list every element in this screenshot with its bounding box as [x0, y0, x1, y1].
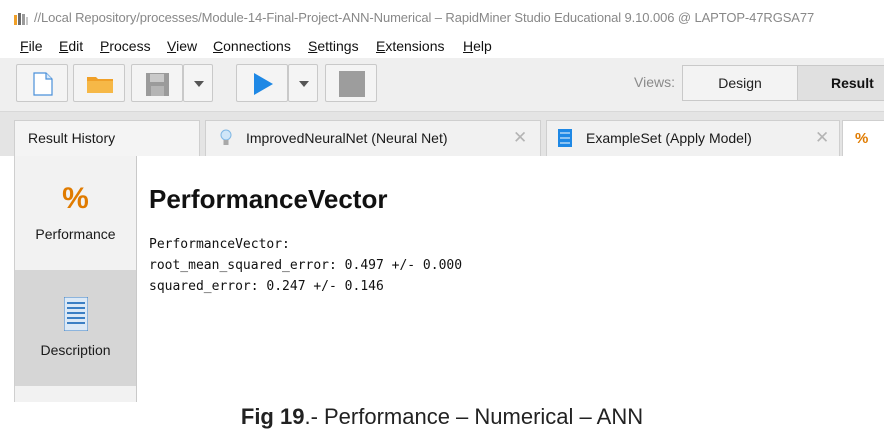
window-title: //Local Repository/processes/Module-14-F…: [34, 10, 815, 25]
menu-help[interactable]: Help: [463, 38, 492, 54]
menu-help-mnemonic: H: [463, 38, 474, 54]
menu-connections-label: onnections: [223, 38, 291, 54]
menu-extensions-mnemonic: E: [376, 38, 386, 54]
tab-neural-net[interactable]: ImprovedNeuralNet (Neural Net) ✕: [205, 120, 541, 156]
tab-result-history-label: Result History: [28, 130, 116, 146]
sidebar-item-description[interactable]: Description: [15, 270, 136, 386]
tab-example-set[interactable]: ExampleSet (Apply Model) ✕: [546, 120, 840, 156]
menu-extensions[interactable]: Extensions: [376, 38, 445, 54]
rapidminer-logo-icon: [14, 13, 28, 25]
percent-icon: %: [855, 130, 869, 147]
menu-file-label: ile: [28, 38, 43, 54]
results-view-button[interactable]: Result: [797, 65, 884, 101]
performance-text-line: root_mean_squared_error: 0.497 +/- 0.000: [149, 258, 463, 273]
menu-view[interactable]: View: [167, 38, 197, 54]
sidebar-divider: [15, 386, 136, 402]
document-icon: [64, 297, 88, 331]
play-icon: [254, 73, 273, 95]
lightbulb-icon: [220, 129, 232, 145]
toolbar: Views: Design Result: [0, 58, 884, 112]
menu-process[interactable]: Process: [100, 38, 151, 54]
menu-edit-mnemonic: E: [59, 38, 69, 54]
close-icon[interactable]: ✕: [815, 128, 829, 148]
result-view-sidebar: % Performance Description: [14, 156, 137, 402]
folder-icon: [87, 77, 113, 93]
tab-performance[interactable]: %: [842, 120, 884, 156]
figure-caption-text: .- Performance – Numerical – ANN: [304, 404, 644, 429]
run-process-button[interactable]: [236, 64, 288, 102]
menu-view-mnemonic: V: [167, 38, 177, 54]
performance-text-line: PerformanceVector:: [149, 237, 290, 252]
figure-number: Fig 19: [240, 404, 305, 429]
menu-process-mnemonic: P: [100, 38, 110, 54]
save-disk-icon: [146, 73, 169, 96]
design-view-button[interactable]: Design: [682, 65, 798, 101]
sidebar-item-description-label: Description: [40, 342, 111, 358]
menu-extensions-label: xtensions: [385, 38, 445, 54]
menu-connections[interactable]: Connections: [213, 38, 291, 54]
table-icon: [558, 129, 572, 147]
menu-edit-label: dit: [68, 38, 84, 54]
performance-view: PerformanceVector PerformanceVector: roo…: [138, 156, 884, 402]
sidebar-item-performance-label: Performance: [35, 226, 116, 242]
run-dropdown-button[interactable]: [288, 64, 318, 102]
tab-example-set-label: ExampleSet (Apply Model): [586, 130, 752, 146]
menu-view-label: iew: [176, 38, 198, 54]
menu-file-mnemonic: F: [20, 38, 29, 54]
new-process-button[interactable]: [16, 64, 68, 102]
performance-text-line: squared_error: 0.247 +/- 0.146: [149, 279, 384, 294]
percent-icon: %: [62, 182, 89, 215]
menu-settings[interactable]: Settings: [308, 38, 359, 54]
views-label: Views:: [634, 74, 675, 90]
page-title: PerformanceVector: [149, 184, 388, 214]
open-process-button[interactable]: [73, 64, 125, 102]
tab-neural-net-label: ImprovedNeuralNet (Neural Net): [246, 130, 448, 146]
menu-settings-mnemonic: S: [308, 38, 318, 54]
sidebar-item-performance[interactable]: % Performance: [15, 156, 136, 270]
menu-bar: File Edit Process View Connections Setti…: [0, 34, 884, 58]
menu-settings-label: ettings: [317, 38, 359, 54]
figure-caption: Fig 19.- Performance – Numerical – ANN: [0, 404, 884, 430]
menu-edit[interactable]: Edit: [59, 38, 83, 54]
new-document-icon: [33, 72, 53, 96]
save-dropdown-button[interactable]: [183, 64, 213, 102]
close-icon[interactable]: ✕: [513, 128, 527, 148]
menu-file[interactable]: File: [20, 38, 43, 54]
stop-process-button[interactable]: [325, 64, 377, 102]
menu-process-label: rocess: [109, 38, 151, 54]
menu-help-label: elp: [473, 38, 492, 54]
title-bar: //Local Repository/processes/Module-14-F…: [0, 0, 884, 34]
menu-connections-mnemonic: C: [213, 38, 224, 54]
chevron-down-icon: [299, 81, 309, 87]
results-tab-bar: Result History ImprovedNeuralNet (Neural…: [0, 112, 884, 156]
save-button[interactable]: [131, 64, 183, 102]
tab-result-history[interactable]: Result History: [14, 120, 200, 156]
stop-icon: [339, 71, 365, 97]
chevron-down-icon: [194, 81, 204, 87]
